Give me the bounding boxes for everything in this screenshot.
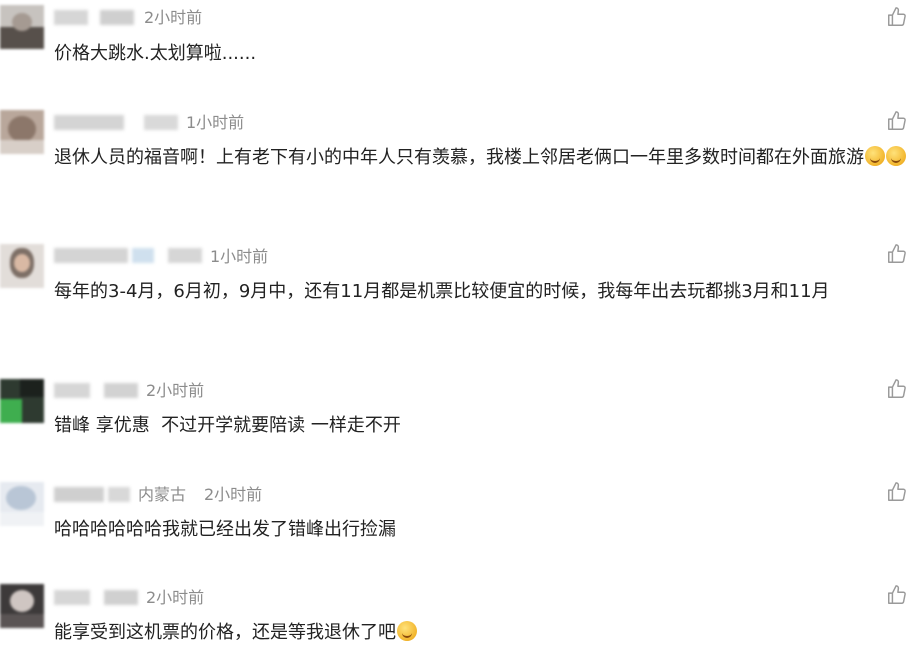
comment-text: 错峰 享优惠 不过开学就要陪读 一样走不开	[54, 409, 914, 442]
like-button[interactable]	[886, 110, 908, 132]
comment-time: 2小时前	[146, 588, 205, 607]
avatar[interactable]	[0, 5, 44, 49]
avatar[interactable]	[0, 379, 44, 423]
thumbs-up-icon	[888, 244, 906, 263]
like-button[interactable]	[886, 378, 908, 400]
comment-location: 内蒙古	[138, 485, 187, 504]
comment-text: 退休人员的福音啊！上有老下有小的中年人只有羡慕，我楼上邻居老俩口一年里多数时间都…	[54, 141, 914, 174]
comment-time: 1小时前	[210, 247, 269, 266]
comment-text-content: 哈哈哈哈哈哈我就已经出发了错峰出行捡漏	[54, 519, 396, 540]
thumbs-up-icon	[888, 379, 906, 398]
like-button[interactable]	[886, 6, 908, 28]
comment-text: 能享受到这机票的价格，还是等我退休了吧	[54, 616, 914, 649]
thumbs-up-icon	[888, 111, 906, 130]
avatar[interactable]	[0, 110, 44, 154]
username-blurred[interactable]	[54, 248, 202, 263]
thumbs-up-icon	[888, 482, 906, 501]
laughing-emoji-icon	[865, 146, 885, 166]
comment-text-content: 退休人员的福音啊！上有老下有小的中年人只有羡慕，我楼上邻居老俩口一年里多数时间都…	[54, 147, 864, 168]
username-blurred[interactable]	[54, 115, 178, 130]
username-blurred[interactable]	[54, 10, 134, 25]
comment-text-content: 能享受到这机票的价格，还是等我退休了吧	[54, 622, 396, 643]
like-button[interactable]	[886, 584, 908, 606]
laughing-emoji-icon	[397, 621, 417, 641]
avatar[interactable]	[0, 482, 44, 526]
comment-time: 1小时前	[186, 113, 245, 132]
thumbs-up-icon	[888, 7, 906, 26]
like-button[interactable]	[886, 481, 908, 503]
comment-text: 哈哈哈哈哈哈我就已经出发了错峰出行捡漏	[54, 513, 914, 546]
avatar[interactable]	[0, 244, 44, 288]
laughing-emoji-icon	[886, 146, 906, 166]
comment-time: 2小时前	[146, 381, 205, 400]
avatar[interactable]	[0, 584, 44, 628]
like-button[interactable]	[886, 243, 908, 265]
comment-text: 每年的3-4月，6月初，9月中，还有11月都是机票比较便宜的时候，我每年出去玩都…	[54, 275, 914, 308]
username-blurred[interactable]	[54, 487, 130, 502]
comment-time: 2小时前	[204, 485, 263, 504]
comment-text-content: 价格大跳水.太划算啦......	[54, 43, 257, 64]
comment-time: 2小时前	[144, 8, 203, 27]
username-blurred[interactable]	[54, 383, 138, 398]
thumbs-up-icon	[888, 585, 906, 604]
comment-text-content: 错峰 享优惠 不过开学就要陪读 一样走不开	[54, 415, 401, 436]
username-blurred[interactable]	[54, 590, 138, 605]
comment-text-content: 每年的3-4月，6月初，9月中，还有11月都是机票比较便宜的时候，我每年出去玩都…	[54, 281, 830, 302]
comment-text: 价格大跳水.太划算啦......	[54, 37, 914, 70]
